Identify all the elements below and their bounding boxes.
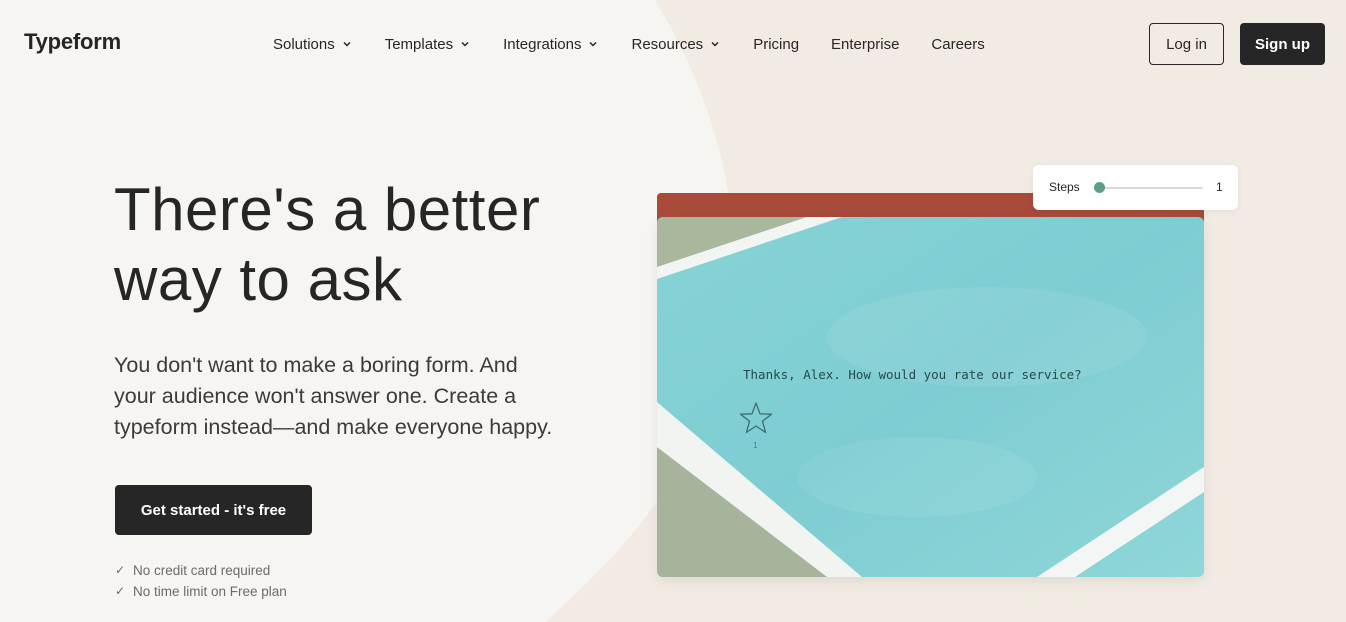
menu-item-label: Templates bbox=[384, 35, 454, 53]
menu-item-templates[interactable]: Templates bbox=[385, 36, 471, 53]
hero-title-line: There's a better bbox=[114, 176, 541, 243]
steps-value: 1 bbox=[1216, 180, 1223, 194]
star-icon[interactable] bbox=[739, 401, 773, 435]
hero-subtitle-line: typeform instead—and make everyone happy… bbox=[114, 415, 553, 439]
chevron-down-icon bbox=[343, 41, 351, 47]
get-started-button[interactable]: Get started - it's free bbox=[115, 485, 312, 535]
benefit-label: No time limit on Free plan bbox=[133, 584, 287, 599]
menu-item-label: Pricing bbox=[753, 35, 800, 53]
hero-subtitle-line: You don't want to make a boring form. An… bbox=[114, 353, 518, 377]
menu-item-pricing[interactable]: Pricing bbox=[753, 36, 799, 53]
benefit-item: ✓ No credit card required bbox=[115, 560, 287, 581]
top-navigation: Typeform Solutions Templates Integration… bbox=[0, 0, 1346, 88]
menu-item-careers[interactable]: Careers bbox=[931, 36, 984, 53]
typeform-logo[interactable]: Typeform bbox=[24, 29, 121, 55]
chevron-down-icon bbox=[589, 41, 598, 47]
menu-item-resources[interactable]: Resources bbox=[631, 36, 721, 53]
main-menu: Solutions Templates Integrations Resourc… bbox=[273, 34, 985, 54]
card-background-image bbox=[657, 217, 1204, 577]
menu-item-label: Careers bbox=[931, 35, 985, 53]
steps-slider-track[interactable] bbox=[1099, 187, 1203, 189]
hero-subtitle: You don't want to make a boring form. An… bbox=[114, 350, 594, 443]
menu-item-enterprise[interactable]: Enterprise bbox=[831, 36, 899, 53]
steps-slider-handle[interactable] bbox=[1094, 182, 1105, 193]
chevron-down-icon bbox=[461, 41, 469, 47]
signup-button[interactable]: Sign up bbox=[1240, 23, 1325, 65]
steps-control: Steps 1 bbox=[1033, 165, 1238, 210]
benefits-list: ✓ No credit card required ✓ No time limi… bbox=[115, 560, 287, 602]
menu-item-solutions[interactable]: Solutions bbox=[273, 36, 353, 53]
checkmark-icon: ✓ bbox=[115, 584, 126, 598]
benefit-item: ✓ No time limit on Free plan bbox=[115, 581, 287, 602]
hero-subtitle-line: your audience won't answer one. Create a bbox=[114, 384, 517, 408]
rating-label: 1 bbox=[753, 441, 758, 450]
chevron-down-icon bbox=[711, 41, 719, 47]
menu-item-label: Enterprise bbox=[831, 35, 900, 53]
login-button[interactable]: Log in bbox=[1149, 23, 1224, 65]
benefit-label: No credit card required bbox=[133, 563, 271, 578]
menu-item-integrations[interactable]: Integrations bbox=[503, 36, 599, 53]
menu-item-label: Integrations bbox=[503, 35, 582, 53]
checkmark-icon: ✓ bbox=[115, 563, 126, 577]
question-text: Thanks, Alex. How would you rate our ser… bbox=[743, 367, 1082, 382]
menu-item-label: Solutions bbox=[273, 35, 335, 53]
typeform-preview-card: Thanks, Alex. How would you rate our ser… bbox=[657, 217, 1204, 577]
hero-title: There's a better way to ask bbox=[114, 175, 634, 315]
hero-title-line: way to ask bbox=[114, 246, 403, 313]
menu-item-label: Resources bbox=[631, 35, 704, 53]
steps-label: Steps bbox=[1049, 180, 1080, 194]
